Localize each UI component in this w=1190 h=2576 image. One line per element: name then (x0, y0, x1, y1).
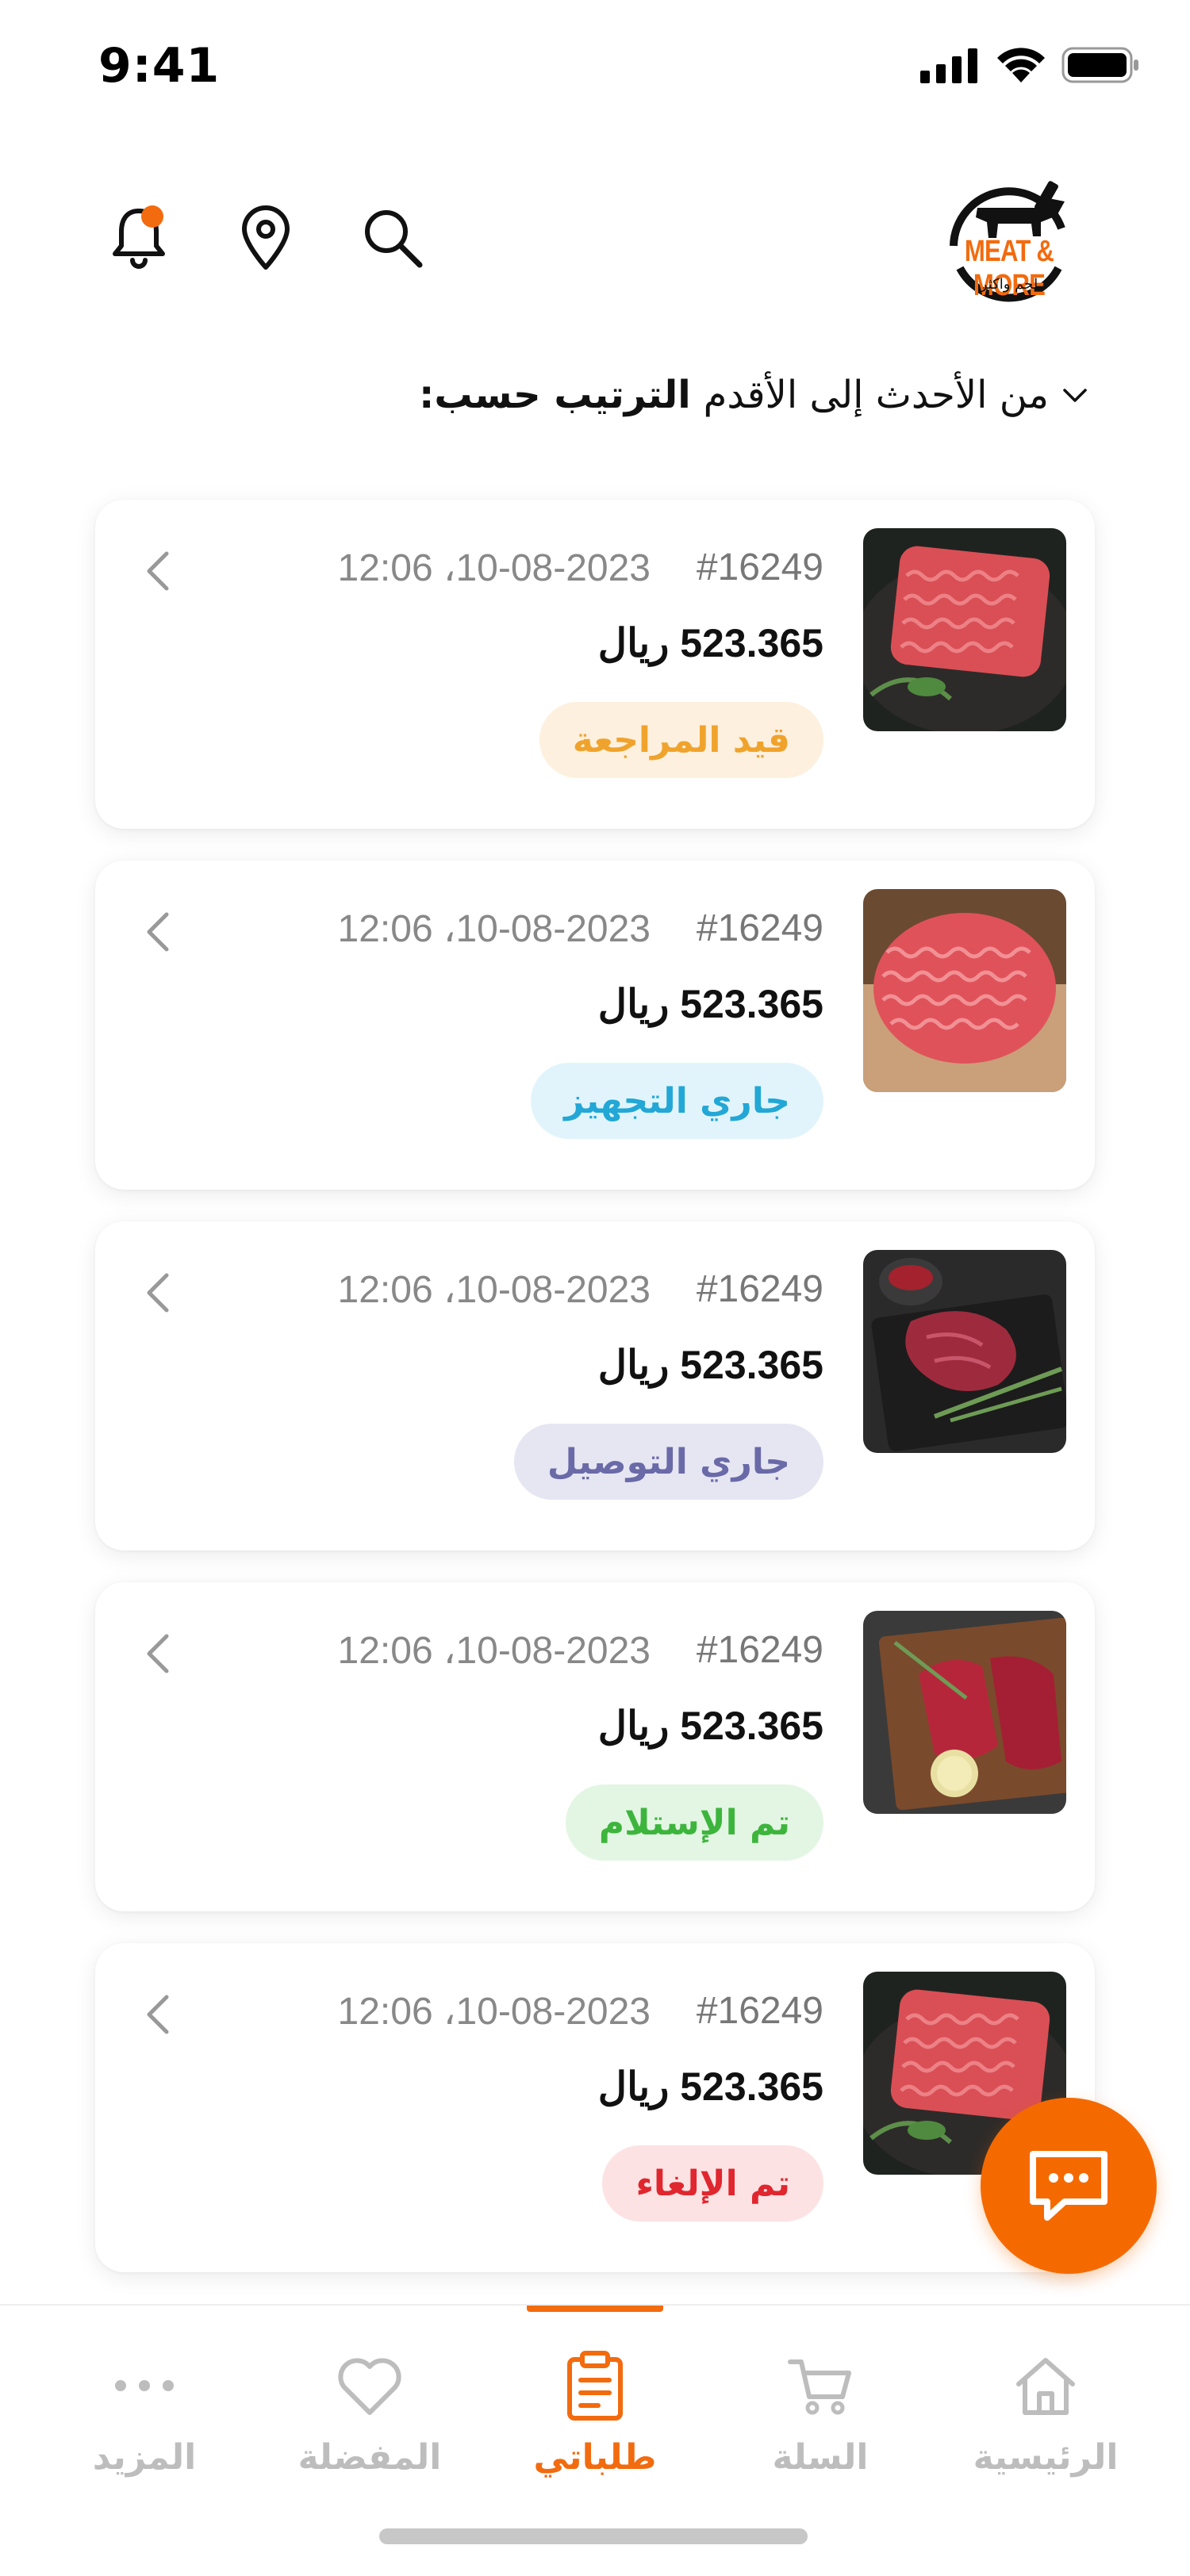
order-image-steak (863, 1611, 1066, 1814)
order-card[interactable]: #16249 10-08-2023، 12:06 523.365 ريال قي… (95, 500, 1095, 829)
order-price: 523.365 ريال (597, 2064, 823, 2109)
order-card[interactable]: #16249 10-08-2023، 12:06 523.365 ريال تم… (95, 1582, 1095, 1911)
nav-item-orders[interactable]: طلباتي (492, 2306, 698, 2504)
nav-label: المفضلة (298, 2437, 442, 2478)
order-date: 10-08-2023، 12:06 (337, 547, 651, 589)
nav-item-cart[interactable]: السلة (717, 2306, 923, 2504)
order-card[interactable]: #16249 10-08-2023، 12:06 523.365 ريال جا… (95, 1221, 1095, 1551)
cart-icon (788, 2359, 851, 2415)
brand-logo: MEAT & MORE لحم واكثر (922, 167, 1096, 317)
order-card[interactable]: #16249 10-08-2023، 12:06 523.365 ريال تم… (95, 1943, 1095, 2272)
chat-icon (1030, 2151, 1107, 2221)
chevron-down-icon (1063, 389, 1087, 402)
sort-selector[interactable]: الترتيب حسب: من الأحدث إلى الأقدم (419, 373, 1093, 417)
status-icons (920, 46, 1141, 84)
more-icon (115, 2380, 174, 2391)
status-badge: تم الإستلام (565, 1784, 823, 1861)
home-icon (1016, 2358, 1075, 2415)
header-actions (103, 202, 428, 274)
order-id: #16249 (696, 1990, 823, 2032)
logo-text: MEAT & MORE (964, 235, 1054, 302)
battery-icon (1061, 47, 1138, 83)
signal-icon (920, 48, 977, 83)
status-badge: جاري التوصيل (513, 1424, 823, 1500)
sort-label: الترتيب حسب: (419, 373, 691, 417)
logo-subtext: لحم واكثر (980, 276, 1038, 293)
home-indicator (379, 2528, 808, 2544)
orders-list: #16249 10-08-2023، 12:06 523.365 ريال قي… (95, 500, 1095, 2304)
status-time: 9:41 (98, 38, 221, 94)
order-price: 523.365 ريال (597, 1704, 823, 1748)
notifications-button[interactable] (103, 202, 175, 274)
nav-label: السلة (772, 2437, 869, 2478)
order-price: 523.365 ريال (597, 1343, 823, 1387)
heart-icon (338, 2358, 401, 2415)
order-date: 10-08-2023، 12:06 (337, 908, 651, 950)
nav-label: الرئيسية (973, 2437, 1119, 2478)
nav-item-favorites[interactable]: المفضلة (267, 2306, 473, 2504)
sort-value: من الأحدث إلى الأقدم (703, 373, 1049, 417)
status-badge: جاري التجهيز (531, 1063, 823, 1139)
order-image-minced-meat (863, 889, 1066, 1092)
chevron-left-icon[interactable] (143, 1271, 171, 1315)
order-id: #16249 (696, 546, 823, 588)
orders-icon (567, 2351, 623, 2421)
status-bar: 9:41 (0, 0, 1190, 135)
order-price: 523.365 ريال (597, 982, 823, 1026)
search-icon (365, 210, 423, 268)
notification-dot (141, 205, 163, 228)
chevron-left-icon[interactable] (143, 549, 171, 593)
order-id: #16249 (696, 1268, 823, 1310)
order-id: #16249 (696, 1629, 823, 1671)
chevron-left-icon[interactable] (143, 1992, 171, 2037)
location-pin-icon (242, 205, 290, 270)
status-badge: قيد المراجعة (539, 702, 823, 778)
chat-button[interactable] (981, 2098, 1157, 2274)
search-button[interactable] (357, 202, 428, 274)
location-button[interactable] (230, 202, 301, 274)
order-image-ground-beef (863, 528, 1066, 731)
chevron-left-icon[interactable] (143, 910, 171, 954)
nav-label: المزيد (92, 2437, 197, 2478)
chevron-left-icon[interactable] (143, 1631, 171, 1676)
order-date: 10-08-2023، 12:06 (337, 1269, 651, 1311)
status-badge: تم الإلغاء (602, 2145, 823, 2221)
order-card[interactable]: #16249 10-08-2023، 12:06 523.365 ريال جا… (95, 861, 1095, 1190)
nav-item-more[interactable]: المزيد (41, 2306, 248, 2504)
nav-label: طلباتي (533, 2437, 657, 2478)
order-price: 523.365 ريال (597, 621, 823, 665)
nav-item-home[interactable]: الرئيسية (942, 2306, 1149, 2504)
order-image-kidney (863, 1250, 1066, 1453)
order-date: 10-08-2023، 12:06 (337, 1630, 651, 1672)
wifi-icon (997, 48, 1045, 82)
order-id: #16249 (696, 907, 823, 949)
order-date: 10-08-2023، 12:06 (337, 1991, 651, 2033)
